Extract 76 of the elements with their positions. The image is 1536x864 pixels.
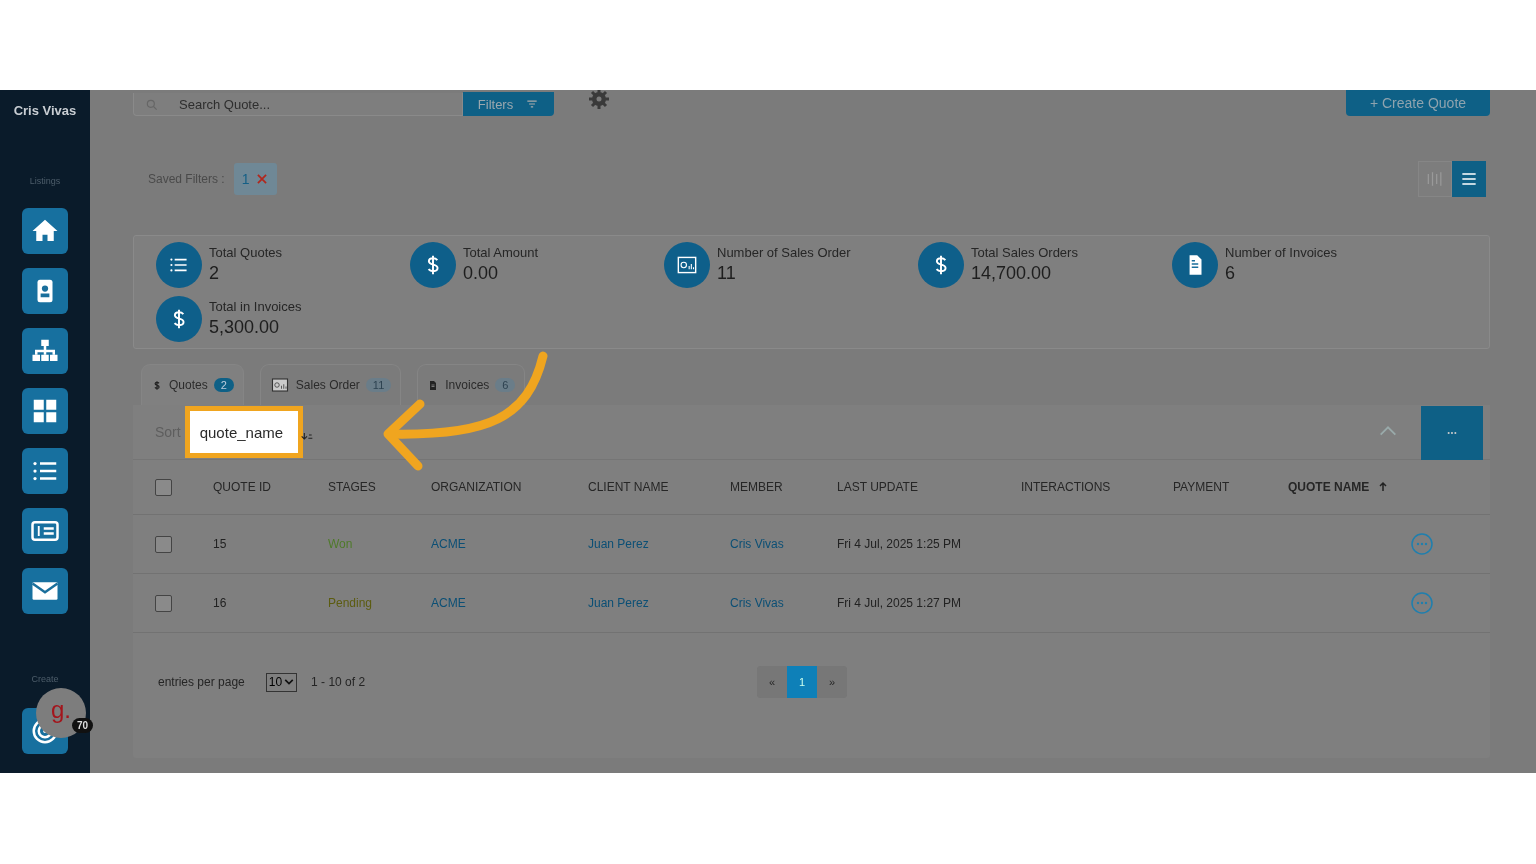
stat-label: Total Amount <box>463 245 539 260</box>
sidebar-item[interactable] <box>22 388 68 434</box>
column-header[interactable]: PAYMENT <box>1173 480 1230 494</box>
column-header[interactable]: CLIENT NAME <box>588 480 669 494</box>
stat-value: 14,700.00 <box>971 263 1053 284</box>
checkbox[interactable] <box>155 535 172 553</box>
section-label: Listings <box>28 176 62 186</box>
stat-value: 6 <box>1225 263 1236 284</box>
count-badge: 2 <box>213 378 234 392</box>
column-header[interactable]: LAST UPDATE <box>837 480 918 494</box>
column-header[interactable]: QUOTE NAME <box>1288 480 1370 494</box>
table-cell: Fri 4 Jul, 2025 1:27 PM <box>837 596 962 610</box>
chart-icon <box>664 242 710 288</box>
count-badge: 70 <box>72 718 94 733</box>
sidebar-item[interactable] <box>22 508 68 554</box>
tab[interactable]: Sales Order 11 <box>259 364 402 405</box>
view-toggle-button[interactable] <box>1452 161 1486 197</box>
create-quote-button[interactable]: + Create Quote <box>1346 90 1490 116</box>
stat-label: Number of Invoices <box>1225 245 1337 260</box>
stat-label: Total Sales Orders <box>971 245 1078 260</box>
stage-label: Pending <box>328 596 373 610</box>
more-options-button[interactable] <box>1421 405 1483 460</box>
close-icon <box>254 172 269 186</box>
page-button[interactable]: 1 <box>787 666 818 698</box>
filter-chip[interactable]: 1 <box>233 163 277 195</box>
member-link[interactable]: Cris Vivas <box>730 596 784 610</box>
organization-link[interactable]: ACME <box>431 596 466 610</box>
tab[interactable]: Quotes 2 <box>141 364 244 405</box>
per-page-select[interactable]: 10 <box>265 672 298 692</box>
dollar-icon <box>156 296 202 342</box>
checkbox[interactable] <box>155 594 172 612</box>
entries-label: entries per page <box>158 675 245 689</box>
filters-button[interactable]: Filters <box>463 92 554 116</box>
sidebar-item[interactable] <box>22 208 68 254</box>
sidebar-item[interactable] <box>22 328 68 374</box>
count-badge: 11 <box>365 378 392 392</box>
tab[interactable]: Invoices 6 <box>417 364 526 405</box>
column-header[interactable]: QUOTE ID <box>213 480 271 494</box>
user-name: Cris Vivas <box>13 103 77 118</box>
section-label: Create <box>31 674 59 684</box>
search-input[interactable]: Search Quote... <box>133 93 463 116</box>
column-header[interactable]: STAGES <box>328 480 376 494</box>
sidebar-item[interactable] <box>22 568 68 614</box>
column-header[interactable]: ORGANIZATION <box>431 480 522 494</box>
stat-label: Total Quotes <box>209 245 282 260</box>
count-badge: 6 <box>495 378 516 392</box>
list-icon <box>156 242 202 288</box>
table-cell: 16 <box>213 596 227 610</box>
stat-value: 0.00 <box>463 263 500 284</box>
sidebar-item[interactable] <box>22 448 68 494</box>
column-header[interactable]: MEMBER <box>730 480 783 494</box>
stat-value: 5,300.00 <box>209 317 281 338</box>
member-link[interactable]: Cris Vivas <box>730 537 784 551</box>
stat-value: 11 <box>717 263 737 284</box>
client-link[interactable]: Juan Perez <box>588 596 649 610</box>
table-cell: 15 <box>213 537 227 551</box>
chip-label: 1 <box>241 171 250 187</box>
table-cell: Fri 4 Jul, 2025 1:25 PM <box>837 537 962 551</box>
dollar-icon <box>410 242 456 288</box>
dollar-icon <box>918 242 964 288</box>
chart-icon <box>269 376 290 394</box>
sidebar-item[interactable] <box>22 268 68 314</box>
range-label: 1 - 10 of 2 <box>311 675 366 689</box>
stat-label: Total in Invoices <box>209 299 302 314</box>
chevron-down-icon <box>284 677 295 687</box>
stat-value: 2 <box>209 263 220 284</box>
stage-label: Won <box>328 537 353 551</box>
checkbox[interactable] <box>155 478 172 496</box>
stat-label: Number of Sales Order <box>717 245 851 260</box>
column-header[interactable]: INTERACTIONS <box>1021 480 1111 494</box>
sort-field-highlight[interactable]: quote_name <box>184 406 304 458</box>
view-toggle-button[interactable] <box>1418 161 1452 197</box>
filter-icon <box>525 97 540 111</box>
client-link[interactable]: Juan Perez <box>588 537 649 551</box>
organization-link[interactable]: ACME <box>431 537 466 551</box>
document-icon <box>1172 242 1218 288</box>
